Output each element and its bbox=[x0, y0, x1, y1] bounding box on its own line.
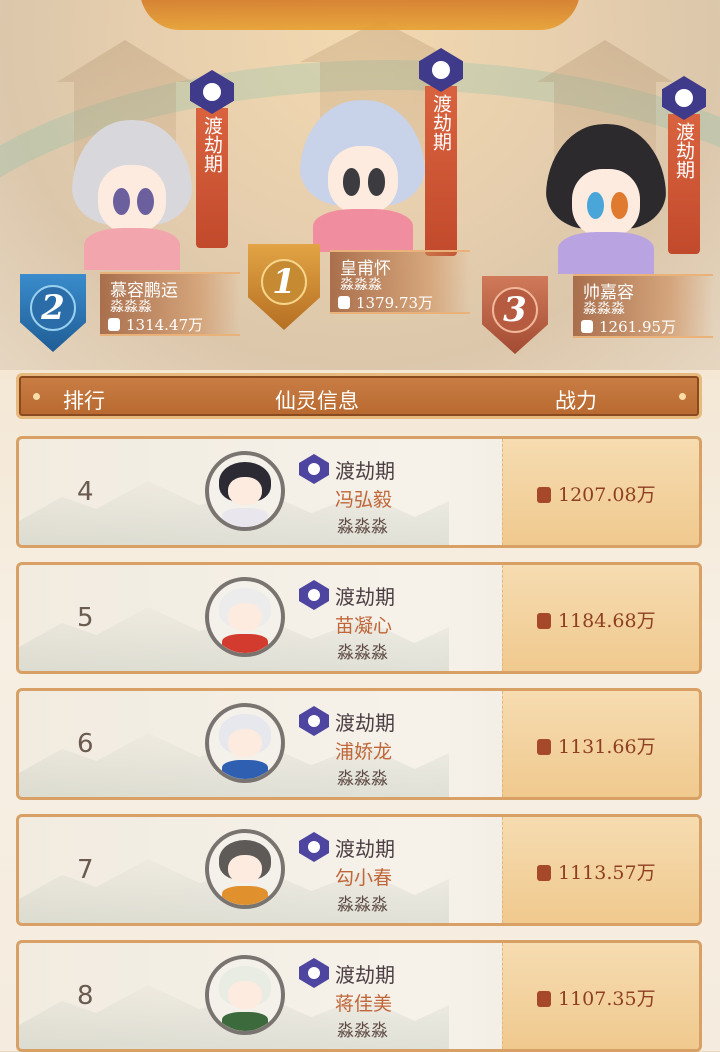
power-text: 1131.66万 bbox=[558, 736, 656, 758]
rank-number: 6 bbox=[77, 729, 94, 759]
realm-emblem-icon bbox=[299, 706, 329, 736]
power-value: 1207.08万 bbox=[537, 480, 656, 507]
rank-number: 4 bbox=[77, 477, 94, 507]
power-icon bbox=[537, 739, 551, 755]
server-name: 淼淼淼 bbox=[340, 277, 382, 293]
realm-banner-rank-2: 渡劫期 bbox=[190, 70, 234, 248]
power-text: 1314.47万 bbox=[126, 316, 204, 334]
power-text: 1261.95万 bbox=[599, 318, 677, 336]
realm-label: 渡劫期 bbox=[335, 585, 395, 609]
realm-label: 渡劫期 bbox=[335, 711, 395, 735]
server-name: 淼淼淼 bbox=[337, 643, 388, 663]
realm-emblem-icon bbox=[299, 580, 329, 610]
avatar-rank-3[interactable] bbox=[546, 124, 666, 274]
realm-label: 渡劫期 bbox=[201, 116, 223, 173]
title-logo bbox=[140, 0, 580, 30]
realm-emblem-icon bbox=[299, 958, 329, 988]
realm-emblem-icon bbox=[299, 454, 329, 484]
power-icon bbox=[537, 487, 551, 503]
realm-label: 渡劫期 bbox=[673, 122, 695, 179]
avatar[interactable] bbox=[205, 451, 285, 531]
power-text: 1379.73万 bbox=[356, 294, 434, 312]
leaderboard-row[interactable]: 7 渡劫期 勾小春 淼淼淼 1113.57万 bbox=[16, 814, 702, 926]
power-icon bbox=[537, 865, 551, 881]
power-value: 1131.66万 bbox=[537, 732, 656, 759]
server-name: 淼淼淼 bbox=[583, 301, 625, 317]
realm-banner-rank-1: 渡劫期 bbox=[419, 48, 463, 256]
power-text: 1184.68万 bbox=[558, 610, 656, 632]
power-icon bbox=[338, 296, 350, 309]
player-name: 勾小春 bbox=[335, 867, 393, 889]
realm-label: 渡劫期 bbox=[335, 837, 395, 861]
player-name: 蒋佳美 bbox=[335, 993, 393, 1015]
avatar[interactable] bbox=[205, 955, 285, 1035]
avatar[interactable] bbox=[205, 829, 285, 909]
rank-number: 7 bbox=[77, 855, 94, 885]
player-name: 冯弘毅 bbox=[335, 489, 393, 511]
power-value: 1379.73万 bbox=[338, 292, 433, 313]
player-name: 苗凝心 bbox=[335, 615, 393, 637]
power-icon bbox=[581, 320, 593, 333]
power-value: 1107.35万 bbox=[537, 984, 656, 1011]
plate-rank-1: 皇甫怀 淼淼淼 1379.73万 bbox=[330, 250, 470, 314]
player-name: 浦娇龙 bbox=[335, 741, 393, 763]
server-name: 淼淼淼 bbox=[337, 769, 388, 789]
server-name: 淼淼淼 bbox=[337, 895, 388, 915]
header-rank: 排行 bbox=[63, 389, 105, 413]
realm-banner-rank-3: 渡劫期 bbox=[662, 76, 706, 254]
realm-label: 渡劫期 bbox=[430, 94, 452, 151]
plate-rank-2: 慕容鹏运 淼淼淼 1314.47万 bbox=[100, 272, 240, 336]
avatar-rank-1[interactable] bbox=[300, 100, 425, 252]
avatar-rank-2[interactable] bbox=[72, 120, 192, 270]
realm-label: 渡劫期 bbox=[335, 963, 395, 987]
server-name: 淼淼淼 bbox=[337, 517, 388, 537]
power-text: 1207.08万 bbox=[558, 484, 656, 506]
avatar[interactable] bbox=[205, 577, 285, 657]
realm-label: 渡劫期 bbox=[335, 459, 395, 483]
power-value: 1113.57万 bbox=[537, 858, 656, 885]
rank-number: 5 bbox=[77, 603, 94, 633]
header-info: 仙灵信息 bbox=[275, 389, 359, 413]
rank-number: 3 bbox=[492, 287, 538, 333]
server-name: 淼淼淼 bbox=[337, 1021, 388, 1041]
power-icon bbox=[537, 991, 551, 1007]
power-value: 1184.68万 bbox=[537, 606, 656, 633]
rank-number: 2 bbox=[30, 285, 76, 331]
power-icon bbox=[537, 613, 551, 629]
header-power: 战力 bbox=[555, 389, 597, 413]
power-text: 1113.57万 bbox=[558, 862, 656, 884]
leaderboard-row[interactable]: 8 渡劫期 蒋佳美 淼淼淼 1107.35万 bbox=[16, 940, 702, 1052]
avatar[interactable] bbox=[205, 703, 285, 783]
power-icon bbox=[108, 318, 120, 331]
power-value: 1261.95万 bbox=[581, 316, 676, 337]
power-text: 1107.35万 bbox=[558, 988, 656, 1010]
rank-number: 8 bbox=[77, 981, 94, 1011]
leaderboard-row[interactable]: 5 渡劫期 苗凝心 淼淼淼 1184.68万 bbox=[16, 562, 702, 674]
leaderboard-row[interactable]: 4 渡劫期 冯弘毅 淼淼淼 1207.08万 bbox=[16, 436, 702, 548]
leaderboard-header: 排行 仙灵信息 战力 bbox=[16, 373, 702, 419]
server-name: 淼淼淼 bbox=[110, 299, 152, 315]
leaderboard-row[interactable]: 6 渡劫期 浦娇龙 淼淼淼 1131.66万 bbox=[16, 688, 702, 800]
realm-emblem-icon bbox=[299, 832, 329, 862]
rank-number: 1 bbox=[261, 259, 307, 305]
power-value: 1314.47万 bbox=[108, 314, 203, 335]
plate-rank-3: 帅嘉容 淼淼淼 1261.95万 bbox=[573, 274, 713, 338]
